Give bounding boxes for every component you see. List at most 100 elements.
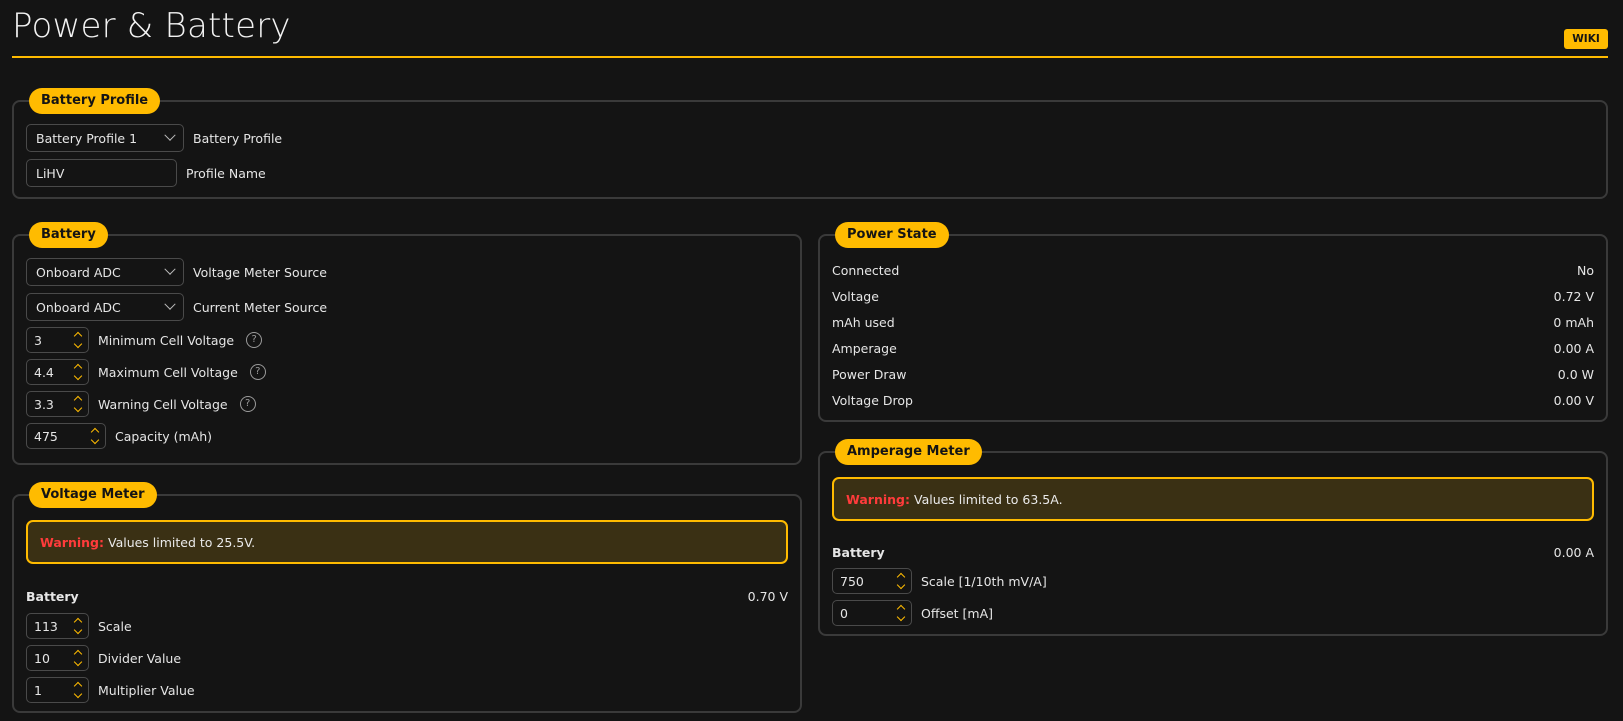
amperage-scale-value: 750	[840, 573, 864, 589]
max-cell-voltage-stepper[interactable]: 4.4	[26, 359, 89, 385]
min-cell-voltage-label: Minimum Cell Voltage	[98, 332, 235, 348]
chevron-down-icon	[164, 298, 176, 310]
arrow-down-icon[interactable]	[896, 580, 906, 590]
battery-profile-row: Battery Profile 1 Battery Profile	[26, 124, 282, 152]
voltage-scale-stepper[interactable]: 113	[26, 613, 89, 639]
help-icon[interactable]: ?	[239, 396, 256, 412]
power-state-value: 0 mAh	[1553, 314, 1594, 330]
multiplier-value: 1	[34, 682, 42, 698]
arrow-down-icon[interactable]	[73, 339, 83, 349]
amperage-offset-label: Offset [mA]	[921, 605, 994, 621]
warning-cell-voltage-stepper[interactable]: 3.3	[26, 391, 89, 417]
power-state-value: 0.72 V	[1553, 288, 1594, 304]
offset-row: 0 Offset [mA]	[832, 599, 993, 627]
current-meter-source-value: Onboard ADC	[36, 299, 121, 315]
voltage-scale-value: 113	[34, 618, 58, 634]
voltage-source-row: Onboard ADC Voltage Meter Source	[26, 258, 327, 286]
arrow-down-icon[interactable]	[73, 625, 83, 635]
multiplier-row: 1 Multiplier Value	[26, 676, 195, 704]
profile-name-row: Profile Name	[26, 159, 266, 187]
voltage-battery-value: 0.70 V	[747, 588, 788, 604]
power-state-value: 0.00 V	[1553, 392, 1594, 408]
amperage-warning-prefix: Warning:	[846, 491, 910, 507]
power-state-label: Power Draw	[832, 366, 907, 382]
current-meter-source-label: Current Meter Source	[193, 299, 328, 315]
arrow-down-icon[interactable]	[73, 657, 83, 667]
warning-cell-row: 3.3 Warning Cell Voltage ?	[26, 390, 256, 418]
amperage-meter-panel: Amperage Meter Warning: Values limited t…	[818, 439, 1608, 636]
warning-cell-voltage-value: 3.3	[34, 396, 54, 412]
power-state-row: Power Draw 0.0 W	[832, 364, 1594, 384]
arrow-down-icon[interactable]	[73, 371, 83, 381]
battery-profile-title: Battery Profile	[29, 88, 161, 114]
power-state-row: mAh used 0 mAh	[832, 312, 1594, 332]
arrow-down-icon[interactable]	[896, 612, 906, 622]
power-state-row: Voltage 0.72 V	[832, 286, 1594, 306]
amperage-warning-box: Warning: Values limited to 63.5A.	[832, 477, 1594, 521]
max-cell-voltage-value: 4.4	[34, 364, 54, 380]
voltage-battery-row: Battery 0.70 V	[26, 586, 788, 606]
max-cell-voltage-label: Maximum Cell Voltage	[98, 364, 238, 380]
profile-name-input[interactable]	[26, 159, 177, 187]
power-state-label: Voltage	[832, 288, 879, 304]
power-state-label: mAh used	[832, 314, 895, 330]
battery-profile-label: Battery Profile	[193, 130, 283, 146]
amperage-scale-stepper[interactable]: 750	[832, 568, 912, 594]
battery-profile-panel: Battery Profile Battery Profile 1 Batter…	[12, 88, 1608, 199]
min-cell-voltage-value: 3	[34, 332, 42, 348]
voltage-warning-box: Warning: Values limited to 25.5V.	[26, 520, 788, 564]
voltage-meter-title: Voltage Meter	[29, 482, 157, 508]
battery-profile-select[interactable]: Battery Profile 1	[26, 124, 184, 152]
power-state-label: Connected	[832, 262, 900, 278]
voltage-meter-source-select[interactable]: Onboard ADC	[26, 258, 184, 286]
voltage-scale-row: 113 Scale	[26, 612, 132, 640]
min-cell-voltage-stepper[interactable]: 3	[26, 327, 89, 353]
multiplier-value-label: Multiplier Value	[98, 682, 195, 698]
amperage-battery-value: 0.00 A	[1553, 544, 1594, 560]
amperage-offset-stepper[interactable]: 0	[832, 600, 912, 626]
divider-row: 10 Divider Value	[26, 644, 181, 672]
amperage-scale-label: Scale [1/10th mV/A]	[921, 573, 1047, 589]
voltage-warning-prefix: Warning:	[40, 534, 104, 550]
divider-value: 10	[34, 650, 50, 666]
amperage-battery-row: Battery 0.00 A	[832, 542, 1594, 562]
power-state-panel: Power State Connected No Voltage 0.72 V …	[818, 222, 1608, 422]
profile-name-label: Profile Name	[186, 165, 266, 181]
power-state-row: Voltage Drop 0.00 V	[832, 390, 1594, 410]
battery-profile-select-value: Battery Profile 1	[36, 130, 138, 146]
current-source-row: Onboard ADC Current Meter Source	[26, 293, 327, 321]
page-header: Power & Battery WIKI	[12, 0, 1608, 58]
power-state-row: Amperage 0.00 A	[832, 338, 1594, 358]
power-state-label: Voltage Drop	[832, 392, 913, 408]
warning-cell-voltage-label: Warning Cell Voltage	[98, 396, 228, 412]
amperage-scale-row: 750 Scale [1/10th mV/A]	[832, 567, 1047, 595]
max-cell-row: 4.4 Maximum Cell Voltage ?	[26, 358, 266, 386]
voltage-warning-text: Values limited to 25.5V.	[107, 534, 256, 550]
voltage-meter-source-label: Voltage Meter Source	[193, 264, 327, 280]
capacity-row: 475 Capacity (mAh)	[26, 422, 212, 450]
power-state-label: Amperage	[832, 340, 897, 356]
arrow-down-icon[interactable]	[73, 403, 83, 413]
divider-value-stepper[interactable]: 10	[26, 645, 89, 671]
capacity-stepper[interactable]: 475	[26, 423, 106, 449]
battery-title: Battery	[29, 222, 108, 248]
amperage-meter-title: Amperage Meter	[835, 439, 982, 465]
chevron-down-icon	[164, 263, 176, 275]
multiplier-value-stepper[interactable]: 1	[26, 677, 89, 703]
chevron-down-icon	[164, 129, 176, 141]
wiki-button[interactable]: WIKI	[1564, 29, 1608, 49]
voltage-scale-label: Scale	[98, 618, 132, 634]
amperage-warning-text: Values limited to 63.5A.	[913, 491, 1063, 507]
amperage-battery-label: Battery	[832, 544, 885, 560]
divider-value-label: Divider Value	[98, 650, 182, 666]
page-title: Power & Battery	[12, 6, 291, 46]
help-icon[interactable]: ?	[249, 364, 266, 380]
arrow-down-icon[interactable]	[73, 689, 83, 699]
help-icon[interactable]: ?	[246, 332, 263, 348]
voltage-meter-source-value: Onboard ADC	[36, 264, 121, 280]
power-state-title: Power State	[835, 222, 949, 248]
arrow-down-icon[interactable]	[90, 435, 100, 445]
current-meter-source-select[interactable]: Onboard ADC	[26, 293, 184, 321]
voltage-battery-label: Battery	[26, 588, 79, 604]
amperage-offset-value: 0	[840, 605, 848, 621]
